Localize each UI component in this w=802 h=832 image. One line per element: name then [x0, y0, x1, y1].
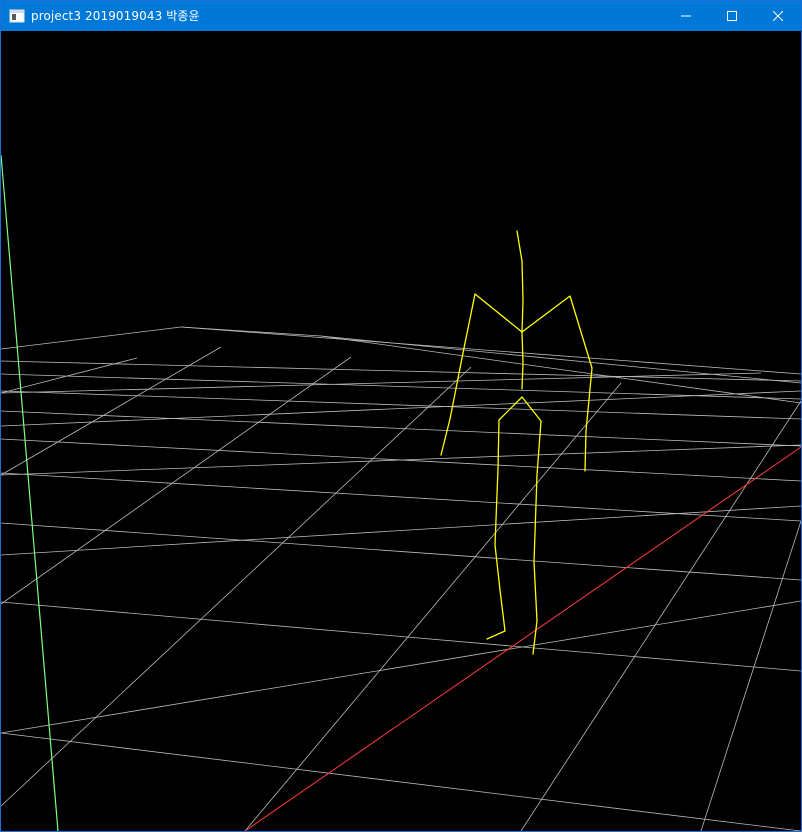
app-window-icon — [9, 9, 25, 23]
scene-canvas[interactable] — [1, 31, 801, 831]
minimize-icon — [681, 15, 691, 17]
title-bar[interactable]: project3 2019019043 박종윤 — [1, 1, 801, 31]
maximize-button[interactable] — [709, 1, 755, 31]
maximize-icon — [727, 11, 737, 21]
minimize-button[interactable] — [663, 1, 709, 31]
stick-figure-skeleton — [440, 230, 593, 655]
window-controls — [663, 1, 801, 31]
close-icon — [773, 11, 783, 21]
opengl-viewport[interactable] — [1, 31, 801, 831]
window-title: project3 2019019043 박종윤 — [31, 9, 200, 23]
ground-grid — [1, 326, 801, 831]
close-button[interactable] — [755, 1, 801, 31]
app-window: project3 2019019043 박종윤 — [0, 0, 802, 832]
y-axis — [1, 154, 59, 831]
